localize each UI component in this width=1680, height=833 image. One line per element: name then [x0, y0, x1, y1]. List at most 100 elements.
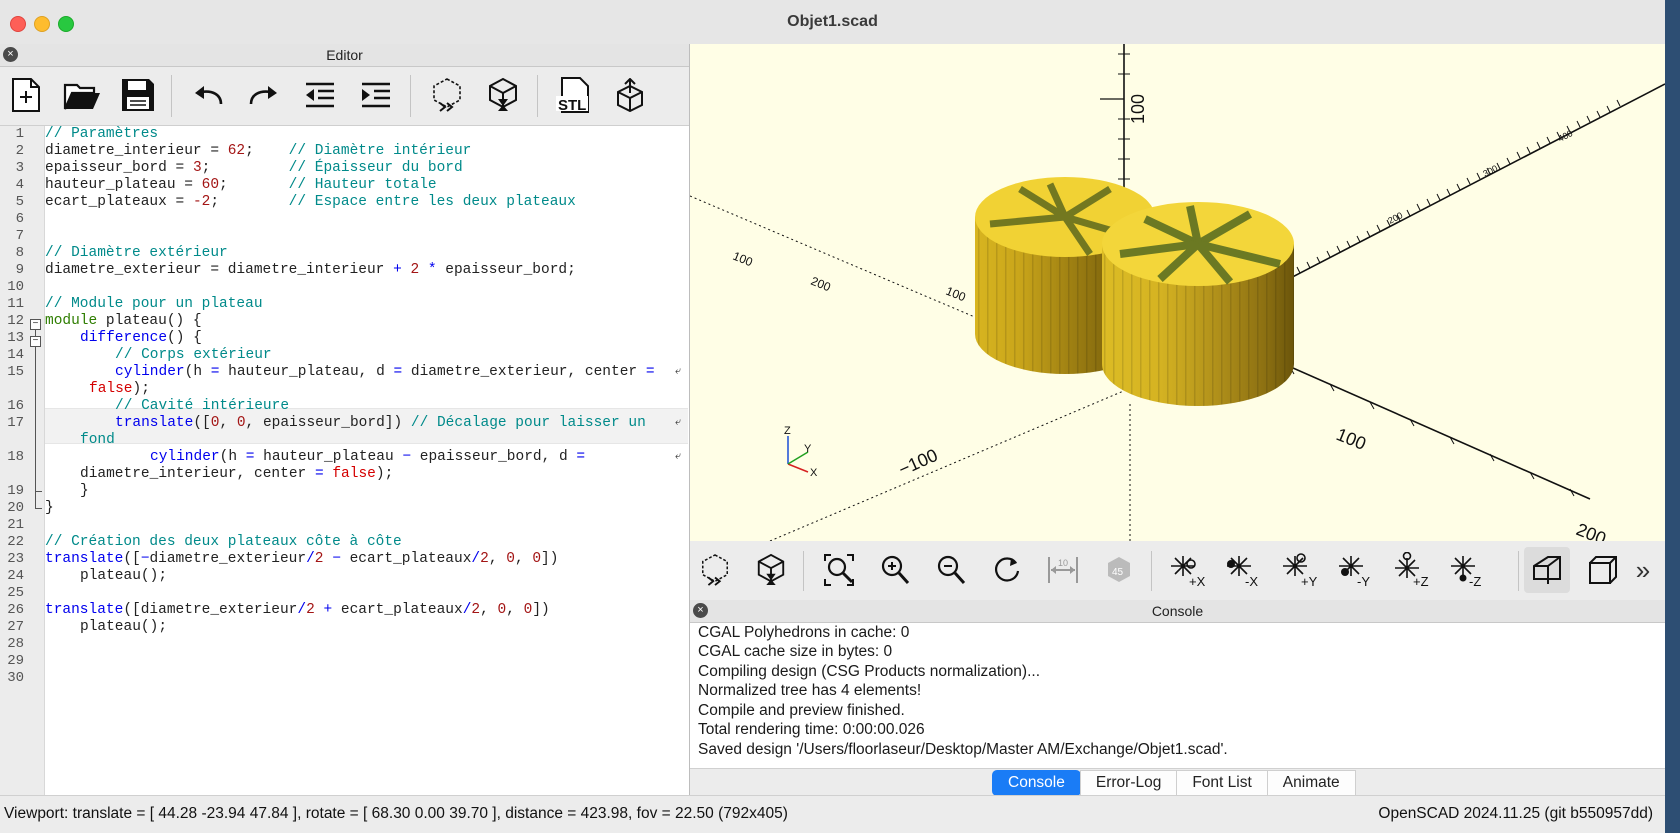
line-wrap-icon: ⤶: [675, 364, 682, 377]
svg-text:45: 45: [1112, 567, 1124, 578]
axis-gizmo: Z Y X: [784, 425, 818, 479]
view-left-button[interactable]: -X: [1220, 547, 1266, 593]
fold-toggle-icon[interactable]: −: [30, 319, 41, 330]
tab-font-list[interactable]: Font List: [1176, 770, 1268, 796]
console-line: Total rendering time: 0:00:00.026: [698, 721, 925, 738]
perspective-button[interactable]: [1524, 547, 1570, 593]
zoom-out-button[interactable]: [928, 547, 974, 593]
code-line: translate([diametre_exterieur/2 + ecart_…: [45, 602, 550, 618]
line-number: 22: [7, 534, 24, 550]
editor-close-icon[interactable]: ×: [3, 47, 18, 62]
redo-icon: [249, 86, 277, 105]
view-back-button[interactable]: +Y: [1276, 547, 1322, 593]
orthogonal-button[interactable]: [1580, 547, 1626, 593]
new-file-button[interactable]: [4, 73, 48, 117]
line-number: 4: [15, 177, 24, 193]
tick-label: 100: [1128, 94, 1148, 124]
reset-view-button[interactable]: [984, 547, 1030, 593]
tick-label: 400: [1556, 128, 1574, 144]
code-line: // Paramètres: [45, 126, 159, 142]
code-line: epaisseur_bord = 3; // Épaisseur du bord: [45, 160, 463, 176]
tab-console[interactable]: Console: [992, 770, 1081, 796]
tick-label: 100: [1334, 424, 1369, 454]
show-scale-button[interactable]: 10: [1040, 547, 1086, 593]
svg-text:X: X: [810, 467, 818, 479]
code-line-wrapped: diametre_interieur, center = false);: [80, 466, 394, 482]
line-number: 27: [7, 619, 24, 635]
code-editor[interactable]: 1 2 3 4 5 6 7 8 9 10 11 12 13 14 15 16 1…: [0, 126, 689, 795]
tab-error-log[interactable]: Error-Log: [1079, 770, 1178, 796]
code-line: // Module pour un plateau: [45, 296, 263, 312]
line-number: 11: [7, 296, 24, 312]
tick-label: 200: [1386, 210, 1404, 226]
console-line: Compile and preview finished.: [698, 702, 905, 719]
preview-button[interactable]: [692, 547, 738, 593]
render-button[interactable]: [748, 547, 794, 593]
console-line: Compiling design (CSG Products normaliza…: [698, 663, 1040, 680]
stl-label: STL: [558, 97, 586, 114]
view-diagonal-button[interactable]: 45: [1096, 547, 1142, 593]
code-line: diametre_interieur = 62; // Diamètre int…: [45, 143, 472, 159]
view-all-button[interactable]: [816, 547, 862, 593]
indent-button[interactable]: [354, 73, 398, 117]
code-line: cylinder(h = hauteur_plateau − epaisseur…: [150, 449, 586, 465]
zoom-in-button[interactable]: [872, 547, 918, 593]
code-line-wrapped: fond: [80, 432, 115, 448]
line-number: 15: [7, 364, 24, 380]
code-line: translate([0, 0, epaisseur_bord]) // Déc…: [115, 415, 646, 431]
tab-animate[interactable]: Animate: [1266, 770, 1356, 796]
unindent-button[interactable]: [298, 73, 342, 117]
line-number: 24: [7, 568, 24, 584]
openscad-window: Objet1.scad × Editor STL 1 2 3 4 5 6 7 8…: [0, 0, 1665, 833]
line-number: 18: [7, 449, 24, 465]
svg-text:Y: Y: [804, 443, 812, 455]
open-file-button[interactable]: [60, 73, 104, 117]
code-line: module plateau() {: [45, 313, 202, 329]
editor-pane: × Editor STL 1 2 3 4 5 6 7 8 9 10 11 12 …: [0, 44, 690, 795]
console-output: CGAL Polyhedrons in cache: 0 CGAL cache …: [690, 623, 1665, 769]
fold-toggle-icon[interactable]: −: [30, 336, 41, 347]
3d-viewport[interactable]: 100 100 200 100 −100 100 200 200 300 400: [690, 44, 1665, 541]
view-all-icon: [824, 554, 854, 586]
cylinder-front: [1102, 202, 1294, 406]
view-bottom-icon: -Z: [1451, 556, 1481, 588]
view-top-button[interactable]: +Z: [1388, 547, 1434, 593]
send-to-3d-print-button[interactable]: [608, 73, 652, 117]
indent-icon: [362, 82, 390, 108]
save-button[interactable]: [116, 73, 160, 117]
line-number: 10: [7, 279, 24, 295]
render-button[interactable]: [481, 73, 525, 117]
console-close-icon[interactable]: ×: [693, 603, 708, 618]
line-number: 1: [15, 126, 24, 142]
editor-header: × Editor: [0, 44, 689, 67]
undo-button[interactable]: [186, 73, 230, 117]
view-left-icon: -X: [1227, 556, 1258, 588]
3d-scene: 100 100 200 100 −100 100 200 200 300 400: [690, 44, 1665, 541]
unindent-icon: [306, 82, 334, 108]
code-line: // Création des deux plateaux côte à côt…: [45, 534, 402, 550]
line-number: 17: [7, 415, 24, 431]
line-number: 2: [15, 143, 24, 159]
svg-text:+Y: +Y: [1301, 574, 1318, 588]
view-front-button[interactable]: -Y: [1332, 547, 1378, 593]
svg-text:+X: +X: [1189, 574, 1206, 588]
console-header: × Console: [690, 600, 1665, 623]
console-title: Console: [1151, 603, 1204, 619]
export-stl-button[interactable]: STL: [552, 73, 596, 117]
code-line-wrapped: false);: [89, 381, 150, 397]
view-right-button[interactable]: +X: [1164, 547, 1210, 593]
code-line: translate([−diametre_exterieur/2 − ecart…: [45, 551, 559, 567]
more-button[interactable]: »: [1625, 547, 1661, 593]
line-wrap-icon: ⤶: [675, 449, 682, 462]
code-line: diametre_exterieur = diametre_interieur …: [45, 262, 576, 278]
tick-label: 100: [731, 249, 755, 270]
line-number: 20: [7, 500, 24, 516]
view-bottom-button[interactable]: -Z: [1444, 547, 1490, 593]
view-back-icon: +Y: [1283, 553, 1318, 588]
perspective-icon: [1533, 556, 1561, 584]
line-number: 29: [7, 653, 24, 669]
preview-button[interactable]: [425, 73, 469, 117]
code-line: }: [80, 483, 89, 499]
code-line: hauteur_plateau = 60; // Hauteur totale: [45, 177, 437, 193]
redo-button[interactable]: [242, 73, 286, 117]
